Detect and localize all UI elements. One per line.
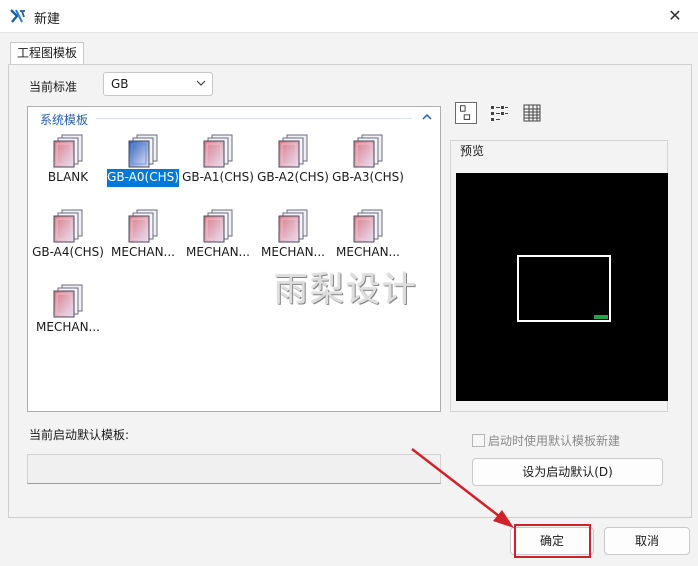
details-view-button[interactable] bbox=[521, 102, 543, 124]
details-view-icon bbox=[523, 104, 541, 122]
large-icons-view-icon bbox=[460, 105, 471, 120]
large-icons-view-button[interactable] bbox=[455, 102, 477, 124]
window-title: 新建 bbox=[34, 12, 61, 27]
preview-sheet-border bbox=[517, 255, 611, 322]
template-item-label: GB-A2(CHS) bbox=[257, 170, 329, 184]
tab-drawing-template[interactable]: 工程图模板 bbox=[10, 42, 85, 65]
template-item[interactable]: GB-A4(CHS) bbox=[30, 208, 106, 278]
chevron-up-icon[interactable] bbox=[422, 113, 432, 121]
group-divider bbox=[96, 118, 412, 119]
drawing-template-icon bbox=[128, 134, 158, 168]
set-default-button[interactable]: 设为启动默认(D) bbox=[472, 458, 663, 486]
drawing-template-icon bbox=[128, 209, 158, 243]
template-item-label: GB-A1(CHS) bbox=[182, 170, 254, 184]
close-icon: ✕ bbox=[668, 6, 682, 25]
watermark-text: 雨梨设计 bbox=[274, 270, 418, 310]
drawing-template-icon bbox=[53, 134, 83, 168]
template-item-label: MECHAN... bbox=[36, 320, 100, 334]
list-view-button[interactable] bbox=[488, 102, 510, 124]
drawing-template-icon bbox=[278, 209, 308, 243]
drawing-template-icon bbox=[53, 209, 83, 243]
template-item-label: MECHAN... bbox=[111, 245, 175, 259]
preview-label: 预览 bbox=[459, 142, 486, 159]
startup-default-checkbox-row[interactable]: 启动时使用默认模板新建 bbox=[472, 432, 620, 449]
template-item-label: MECHAN... bbox=[261, 245, 325, 259]
standard-select[interactable]: GB bbox=[103, 72, 213, 96]
preview-title-block bbox=[594, 315, 608, 319]
template-item[interactable]: GB-A2(CHS) bbox=[255, 133, 331, 203]
drawing-template-icon bbox=[203, 134, 233, 168]
template-item-label: GB-A4(CHS) bbox=[32, 245, 104, 259]
standard-value: GB bbox=[111, 77, 129, 91]
template-list[interactable]: 系统模板 BLANK GB-A0(CHS) GB-A1(CHS) GB-A2(CHS)… bbox=[27, 106, 441, 412]
drawing-template-icon bbox=[353, 209, 383, 243]
cancel-button[interactable]: 取消 bbox=[604, 527, 690, 555]
startup-default-checkbox-label: 启动时使用默认模板新建 bbox=[488, 434, 621, 448]
template-item[interactable]: GB-A3(CHS) bbox=[330, 133, 406, 203]
template-item-label: MECHAN... bbox=[336, 245, 400, 259]
template-item-label: BLANK bbox=[47, 170, 89, 184]
default-template-label: 当前启动默认模板: bbox=[29, 428, 130, 442]
drawing-template-icon bbox=[353, 134, 383, 168]
drawing-template-icon bbox=[278, 134, 308, 168]
title-bar: 新建 ✕ bbox=[0, 0, 698, 33]
template-item[interactable]: MECHAN... bbox=[180, 208, 256, 278]
close-button[interactable]: ✕ bbox=[652, 0, 698, 32]
annotation-highlight-box bbox=[514, 524, 591, 558]
group-header-system-templates: 系统模板 bbox=[40, 113, 89, 127]
drawing-template-icon bbox=[53, 284, 83, 318]
template-item[interactable]: MECHAN... bbox=[30, 283, 106, 353]
template-item[interactable]: GB-A1(CHS) bbox=[180, 133, 256, 203]
template-item[interactable]: GB-A0(CHS) bbox=[105, 133, 181, 203]
template-item[interactable]: MECHAN... bbox=[105, 208, 181, 278]
template-item-label: GB-A0(CHS) bbox=[107, 169, 179, 187]
template-item-label: MECHAN... bbox=[186, 245, 250, 259]
template-item-label: GB-A3(CHS) bbox=[332, 170, 404, 184]
startup-default-checkbox[interactable] bbox=[472, 434, 485, 447]
template-item[interactable]: BLANK bbox=[30, 133, 106, 203]
list-view-icon bbox=[491, 106, 508, 121]
app-logo-icon bbox=[10, 9, 25, 23]
standard-label: 当前标准 bbox=[29, 80, 78, 94]
drawing-template-icon bbox=[203, 209, 233, 243]
preview-canvas bbox=[456, 173, 668, 401]
default-template-field bbox=[27, 454, 441, 484]
chevron-down-icon bbox=[196, 80, 206, 86]
